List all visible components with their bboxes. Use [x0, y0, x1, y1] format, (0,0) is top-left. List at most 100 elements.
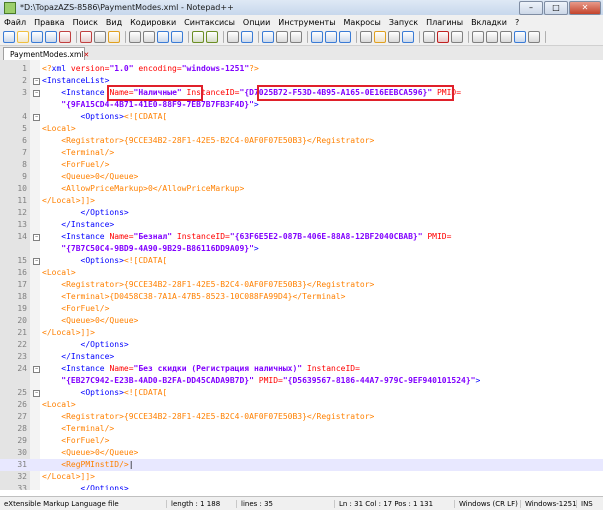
fold-toggle-icon[interactable]: − [33, 234, 40, 241]
code-line[interactable]: "{EB27C942-E23B-4AD0-B2FA-DD45CADA9B7D}"… [0, 375, 603, 387]
menu-item-4[interactable]: Кодировки [126, 18, 180, 27]
menu-item-2[interactable]: Поиск [69, 18, 102, 27]
tab-paymentmodes[interactable]: PaymentModes.xml ✕ [3, 47, 89, 61]
toolbar-button-icon-24[interactable] [388, 31, 400, 43]
toolbar-button-icon-6[interactable] [94, 31, 106, 43]
fold-toggle-icon[interactable]: − [33, 258, 40, 265]
code-line[interactable]: 29 <ForFuel/> [0, 435, 603, 447]
toolbar-button-icon-23[interactable] [374, 31, 386, 43]
code-text: <RegPMInstID/>| [42, 460, 134, 469]
toolbar-button-icon-33[interactable] [528, 31, 540, 43]
toolbar-button-icon-19[interactable] [311, 31, 323, 43]
code-line[interactable]: 8 <ForFuel/> [0, 159, 603, 171]
code-line[interactable]: 27 <Registrator>{9CCE34B2-28F1-42E5-B2C4… [0, 411, 603, 423]
toolbar-button-icon-25[interactable] [402, 31, 414, 43]
code-line[interactable]: 25− <Options><![CDATA[ [0, 387, 603, 399]
toolbar-button-icon-18[interactable] [290, 31, 302, 43]
toolbar-button-icon-31[interactable] [500, 31, 512, 43]
code-line[interactable]: 10 <AllowPriceMarkup>0</AllowPriceMarkup… [0, 183, 603, 195]
code-line[interactable]: 4− <Options><![CDATA[ [0, 111, 603, 123]
editor-area[interactable]: 1 <?xml version="1.0" encoding="windows-1… [0, 60, 603, 490]
toolbar-button-icon-12[interactable] [192, 31, 204, 43]
code-line[interactable]: 23 </Instance> [0, 351, 603, 363]
toolbar-button-icon-3[interactable] [45, 31, 57, 43]
code-line[interactable]: 14− <Instance Name="Безнал" InstanceID="… [0, 231, 603, 243]
menu-item-11[interactable]: Вкладки [467, 18, 511, 27]
code-line[interactable]: 13 </Instance> [0, 219, 603, 231]
code-line[interactable]: 12 </Options> [0, 207, 603, 219]
toolbar-button-icon-13[interactable] [206, 31, 218, 43]
toolbar-button-icon-21[interactable] [339, 31, 351, 43]
code-line[interactable]: 22 </Options> [0, 339, 603, 351]
toolbar-button-icon-30[interactable] [486, 31, 498, 43]
toolbar-button-icon-8[interactable] [129, 31, 141, 43]
code-line[interactable]: 6 <Registrator>{9CCE34B2-28F1-42E5-B2C4-… [0, 135, 603, 147]
fold-toggle-icon[interactable]: − [33, 366, 40, 373]
status-eol[interactable]: Windows (CR LF) [455, 500, 521, 508]
menu-item-10[interactable]: Плагины [422, 18, 467, 27]
code-line[interactable]: 33 </Options> [0, 483, 603, 490]
fold-toggle-icon[interactable]: − [33, 390, 40, 397]
menu-item-9[interactable]: Запуск [385, 18, 422, 27]
status-mode[interactable]: INS [577, 500, 603, 508]
code-line[interactable]: 21 </Local>]]> [0, 327, 603, 339]
line-number: 7 [22, 148, 27, 157]
toolbar-button-icon-32[interactable] [514, 31, 526, 43]
code-line[interactable]: 16 <Local> [0, 267, 603, 279]
code-line[interactable]: 17 <Registrator>{9CCE34B2-28F1-42E5-B2C4… [0, 279, 603, 291]
toolbar-button-icon-15[interactable] [241, 31, 253, 43]
code-line[interactable]: 18 <Terminal>{D0458C38-7A1A-47B5-8523-10… [0, 291, 603, 303]
code-line[interactable]: 28 <Terminal/> [0, 423, 603, 435]
code-line[interactable]: 15− <Options><![CDATA[ [0, 255, 603, 267]
toolbar-button-icon-2[interactable] [31, 31, 43, 43]
toolbar-button-icon-1[interactable] [17, 31, 29, 43]
line-number: 19 [17, 304, 27, 313]
menu-item-8[interactable]: Макросы [340, 18, 385, 27]
toolbar-button-icon-11[interactable] [171, 31, 183, 43]
code-line[interactable]: 5 <Local> [0, 123, 603, 135]
toolbar-button-icon-20[interactable] [325, 31, 337, 43]
code-line[interactable]: 32 </Local>]]> [0, 471, 603, 483]
code-line[interactable]: 31 <RegPMInstID/>| [0, 459, 603, 471]
toolbar-button-icon-27[interactable] [437, 31, 449, 43]
menu-item-5[interactable]: Синтаксисы [180, 18, 239, 27]
toolbar-separator [419, 31, 420, 43]
menu-item-12[interactable]: ? [511, 18, 523, 27]
code-line[interactable]: 20 <Queue>0</Queue> [0, 315, 603, 327]
menu-item-0[interactable]: Файл [0, 18, 30, 27]
menu-item-6[interactable]: Опции [239, 18, 274, 27]
menu-item-3[interactable]: Вид [102, 18, 126, 27]
code-line[interactable]: 9 <Queue>0</Queue> [0, 171, 603, 183]
menu-item-1[interactable]: Правка [30, 18, 68, 27]
minimize-button[interactable]: – [519, 0, 543, 15]
code-line[interactable]: 26 <Local> [0, 399, 603, 411]
close-window-button[interactable]: ✕ [569, 0, 601, 15]
toolbar-button-icon-14[interactable] [227, 31, 239, 43]
code-line[interactable]: 1 <?xml version="1.0" encoding="windows-1… [0, 63, 603, 75]
toolbar-button-icon-28[interactable] [451, 31, 463, 43]
status-encoding[interactable]: Windows-1251 [521, 500, 577, 508]
close-tab-icon[interactable]: ✕ [83, 51, 89, 59]
code-line[interactable]: "{7B7C50C4-9BD9-4A90-9B29-B86116DD9A09}"… [0, 243, 603, 255]
code-line[interactable]: 24− <Instance Name="Без скидки (Регистра… [0, 363, 603, 375]
fold-toggle-icon[interactable]: − [33, 78, 40, 85]
toolbar-button-icon-26[interactable] [423, 31, 435, 43]
toolbar-button-icon-7[interactable] [108, 31, 120, 43]
code-line[interactable]: 7 <Terminal/> [0, 147, 603, 159]
maximize-button[interactable]: □ [544, 0, 568, 15]
toolbar-button-icon-0[interactable] [3, 31, 15, 43]
menu-item-7[interactable]: Инструменты [274, 18, 339, 27]
toolbar-button-icon-22[interactable] [360, 31, 372, 43]
code-line[interactable]: 11 </Local>]]> [0, 195, 603, 207]
fold-toggle-icon[interactable]: − [33, 114, 40, 121]
toolbar-button-icon-4[interactable] [59, 31, 71, 43]
fold-toggle-icon[interactable]: − [33, 90, 40, 97]
toolbar-button-icon-10[interactable] [157, 31, 169, 43]
toolbar-button-icon-5[interactable] [80, 31, 92, 43]
code-line[interactable]: 19 <ForFuel/> [0, 303, 603, 315]
code-line[interactable]: 30 <Queue>0</Queue> [0, 447, 603, 459]
toolbar-button-icon-9[interactable] [143, 31, 155, 43]
toolbar-button-icon-29[interactable] [472, 31, 484, 43]
toolbar-button-icon-17[interactable] [276, 31, 288, 43]
toolbar-button-icon-16[interactable] [262, 31, 274, 43]
